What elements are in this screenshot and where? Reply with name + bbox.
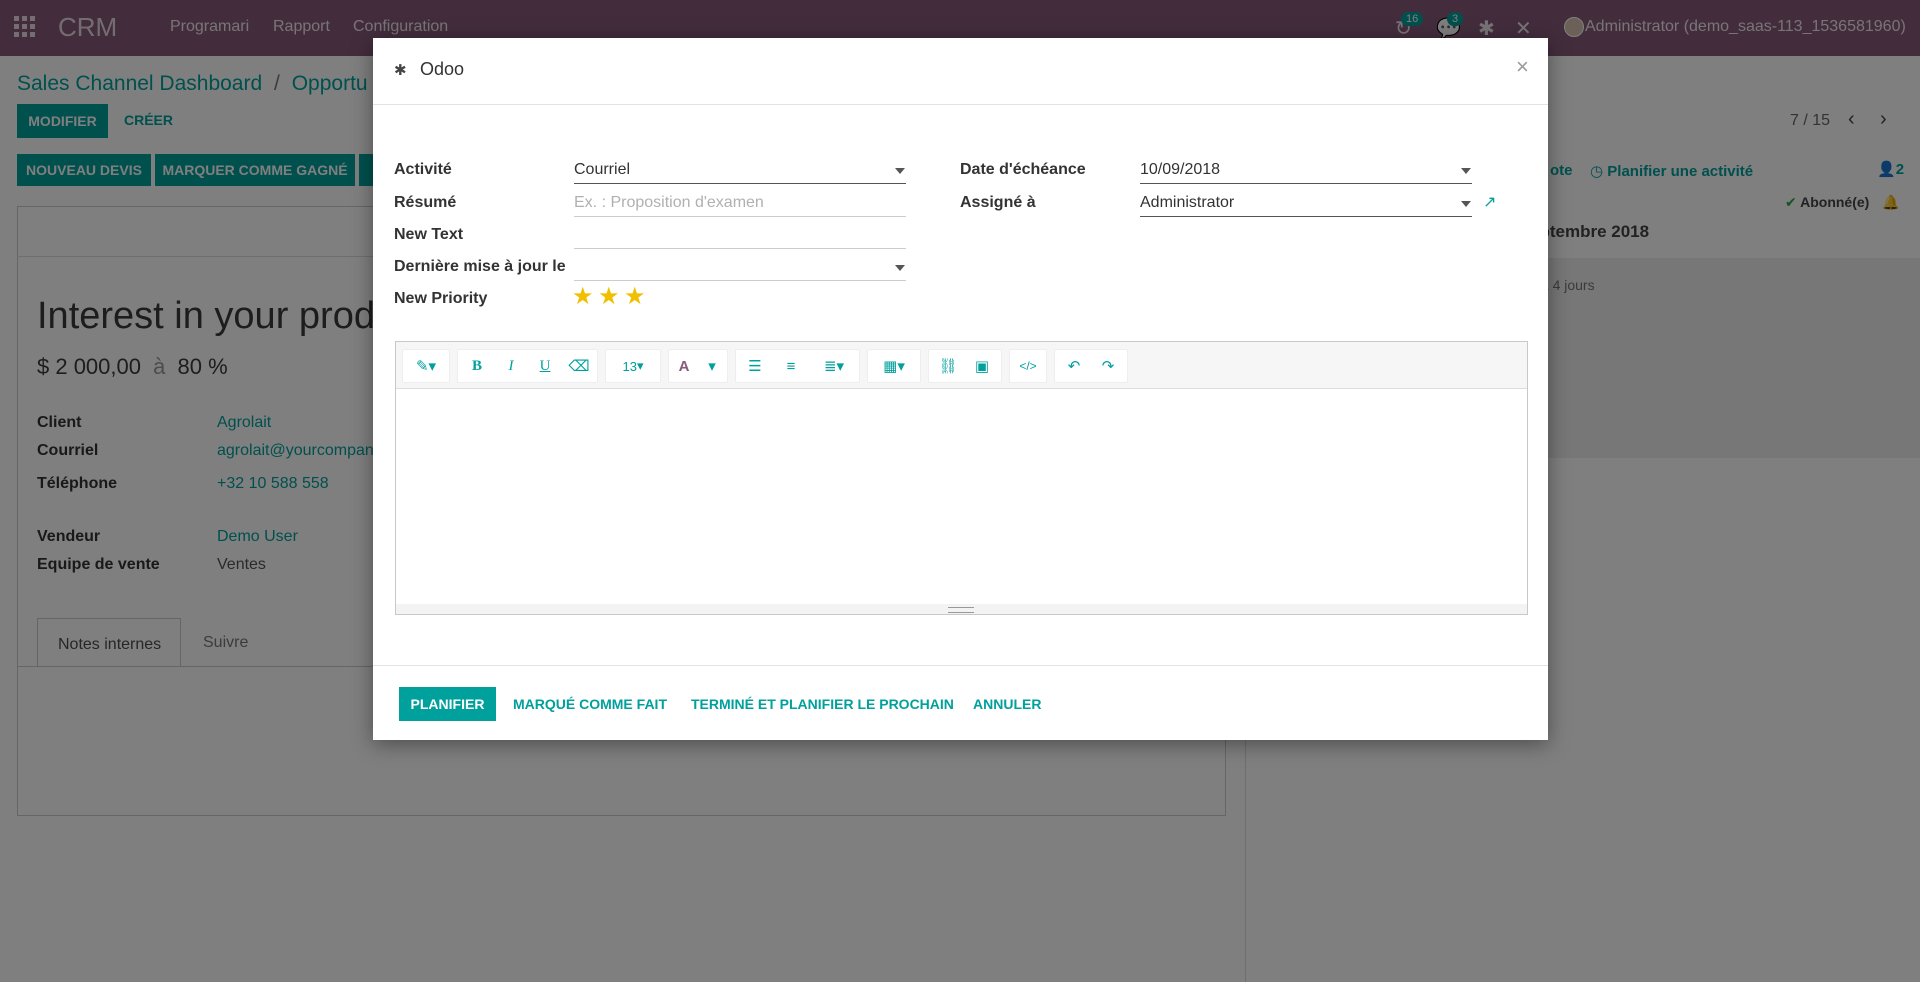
assigned-label: Assigné à <box>960 194 1036 211</box>
chevron-down-icon <box>1461 168 1471 174</box>
style-group: ✎▾ <box>402 349 450 383</box>
summary-placeholder: Ex. : Proposition d'examen <box>574 194 764 211</box>
done-schedule-next-button[interactable]: TERMINÉ ET PLANIFIER LE PROCHAIN <box>691 696 954 712</box>
history-group: ↶ ↷ <box>1054 349 1128 383</box>
color-group: A ▾ <box>668 349 728 383</box>
mark-done-button[interactable]: MARQUÉ COMME FAIT <box>513 696 667 712</box>
paragraph-group: ☰ ≡ ≣▾ <box>735 349 860 383</box>
insert-group: ⛓ ▣ <box>928 349 1002 383</box>
due-date-input[interactable]: 10/09/2018 <box>1140 161 1472 184</box>
italic-icon[interactable]: I <box>496 350 526 382</box>
bug-icon: ✱ <box>394 62 407 79</box>
modal-title: Odoo <box>420 59 465 79</box>
note-editor[interactable]: ✎▾ B I U ⌫ 13 ▾ A ▾ ☰ ≡ ≣▾ ▦▾ ⛓ ▣ </> ↶ … <box>395 341 1528 615</box>
due-date-label: Date d'échéance <box>960 161 1086 178</box>
activity-value: Courriel <box>574 161 631 178</box>
font-size-dropdown[interactable]: 13 ▾ <box>606 350 660 382</box>
assigned-select[interactable]: Administrator <box>1140 194 1472 217</box>
priority-stars: ★ ★ ★ <box>572 282 645 311</box>
close-icon[interactable]: × <box>1516 54 1529 80</box>
star-icon[interactable]: ★ <box>572 283 594 310</box>
cancel-button[interactable]: ANNULER <box>973 696 1041 712</box>
new-text-input[interactable] <box>574 226 906 249</box>
table-icon[interactable]: ▦▾ <box>868 350 920 382</box>
chevron-down-icon <box>895 168 905 174</box>
numbered-list-icon[interactable]: ≡ <box>776 350 806 382</box>
summary-input[interactable]: Ex. : Proposition d'examen <box>574 194 906 217</box>
editor-toolbar: ✎▾ B I U ⌫ 13 ▾ A ▾ ☰ ≡ ≣▾ ▦▾ ⛓ ▣ </> ↶ … <box>396 342 1527 389</box>
schedule-activity-dialog: ✱ Odoo × Activité Courriel Résumé Ex. : … <box>373 38 1548 740</box>
editor-resize-handle[interactable] <box>396 604 1527 614</box>
align-icon[interactable]: ≣▾ <box>814 350 854 382</box>
external-link-icon[interactable]: ↗ <box>1483 192 1496 212</box>
star-icon[interactable]: ★ <box>598 283 620 310</box>
priority-label: New Priority <box>394 290 488 307</box>
font-color-icon[interactable]: A <box>669 350 699 382</box>
due-date-value: 10/09/2018 <box>1140 161 1221 178</box>
modal-header: ✱ Odoo × <box>373 38 1548 105</box>
chevron-down-icon <box>895 265 905 271</box>
table-group: ▦▾ <box>867 349 921 383</box>
format-group: B I U ⌫ <box>457 349 598 383</box>
code-view-icon[interactable]: </> <box>1010 350 1046 382</box>
link-icon[interactable]: ⛓ <box>933 350 963 382</box>
new-text-label: New Text <box>394 226 464 243</box>
image-icon[interactable]: ▣ <box>967 350 997 382</box>
code-group: </> <box>1009 349 1047 383</box>
bold-icon[interactable]: B <box>462 350 492 382</box>
font-size-group: 13 ▾ <box>605 349 661 383</box>
bullet-list-icon[interactable]: ☰ <box>740 350 770 382</box>
eraser-icon[interactable]: ⌫ <box>564 350 594 382</box>
last-update-label: Dernière mise à jour le <box>394 258 566 275</box>
font-size-value: 13 <box>622 358 637 374</box>
star-icon[interactable]: ★ <box>624 283 646 310</box>
schedule-button[interactable]: PLANIFIER <box>399 687 496 721</box>
undo-icon[interactable]: ↶ <box>1059 350 1089 382</box>
assigned-value: Administrator <box>1140 194 1235 211</box>
last-update-select[interactable] <box>574 258 906 281</box>
activity-select[interactable]: Courriel <box>574 161 906 184</box>
activity-label: Activité <box>394 161 452 178</box>
magic-wand-icon[interactable]: ✎▾ <box>403 350 449 382</box>
redo-icon[interactable]: ↷ <box>1093 350 1123 382</box>
summary-label: Résumé <box>394 194 457 211</box>
underline-icon[interactable]: U <box>530 350 560 382</box>
chevron-down-icon[interactable]: ▾ <box>699 350 725 382</box>
chevron-down-icon <box>1461 201 1471 207</box>
